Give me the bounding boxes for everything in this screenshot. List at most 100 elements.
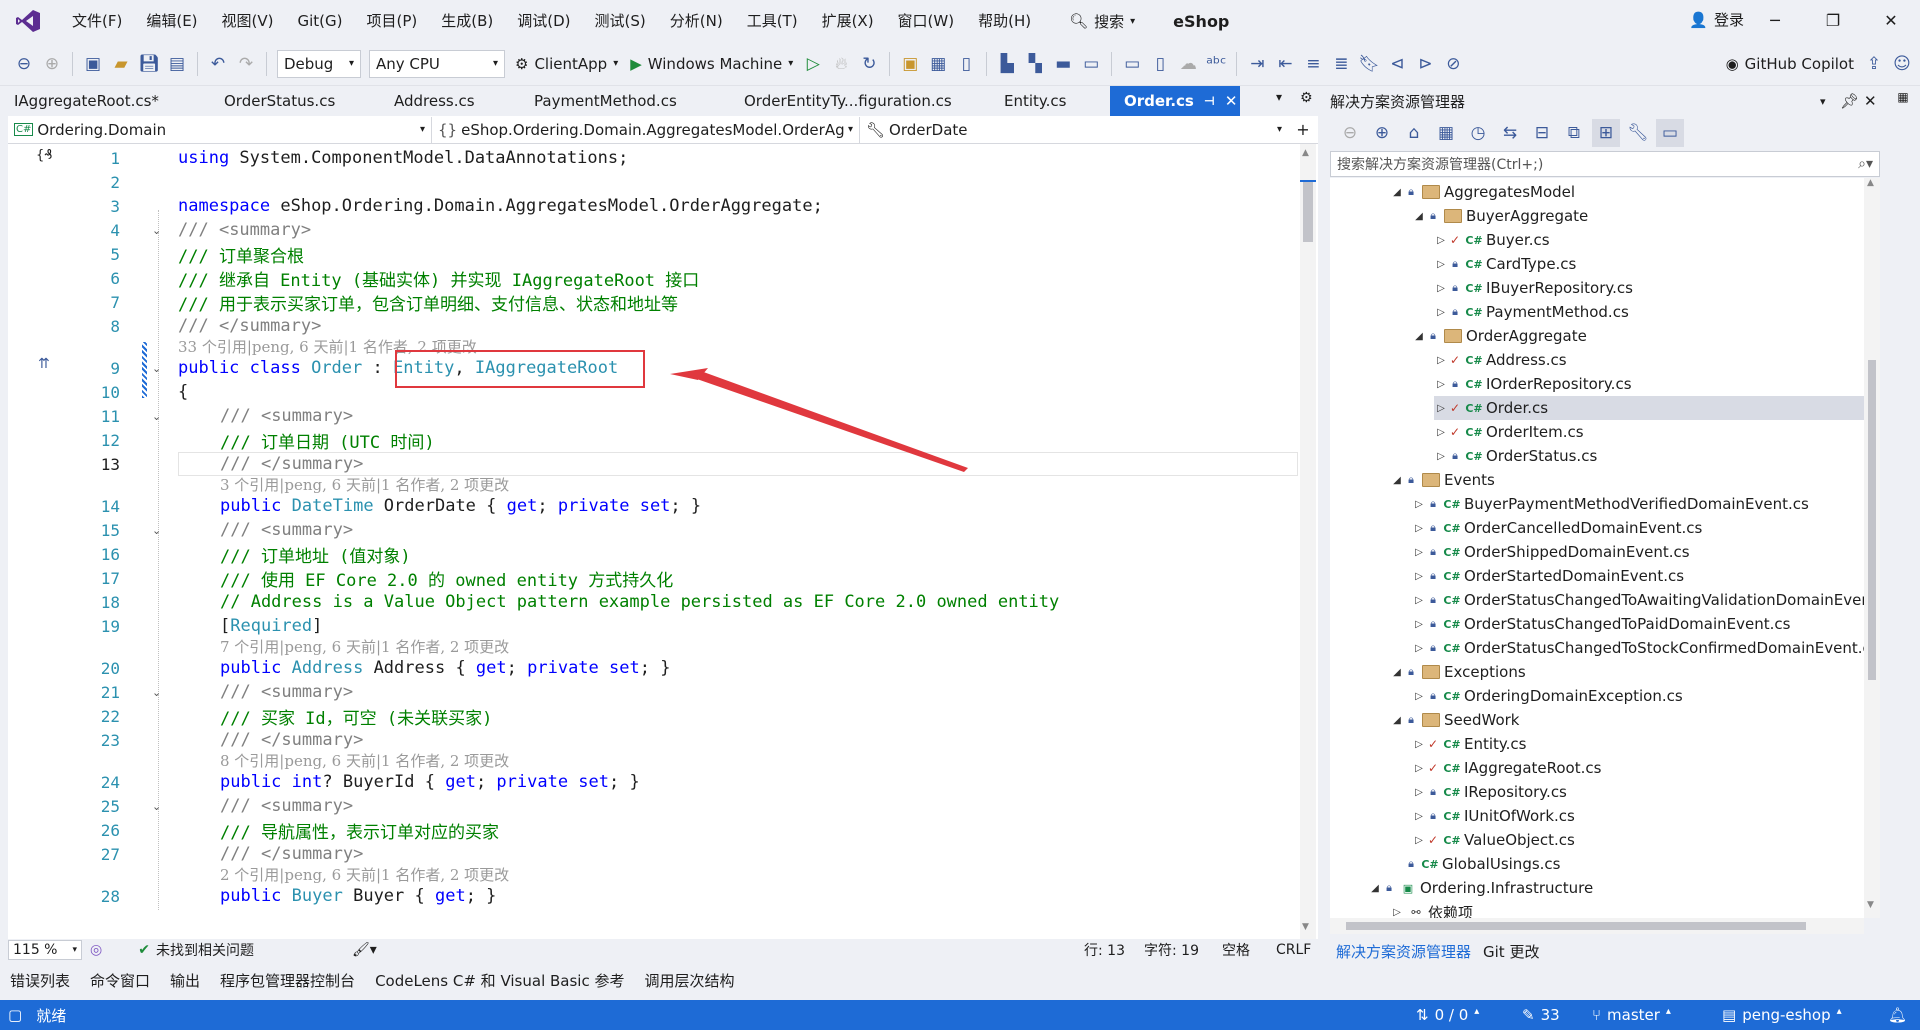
collapsed-icon[interactable]: ▷ xyxy=(1412,571,1426,582)
menu-item[interactable]: 视图(V) xyxy=(210,0,286,42)
tree-horizontal-scrollbar[interactable] xyxy=(1330,918,1864,934)
home-icon[interactable]: ⌂ xyxy=(1400,119,1428,147)
pin-icon[interactable]: 📌︎ xyxy=(1840,92,1859,110)
collapse-icon[interactable]: ⌄ xyxy=(152,362,166,375)
expanded-icon[interactable]: ◢ xyxy=(1412,331,1426,342)
collapse-icon[interactable]: ⌄ xyxy=(152,224,166,237)
tree-item[interactable]: ▷ ✓ C# Address.cs xyxy=(1434,348,1880,372)
tree-item[interactable]: ▷ 🔒︎ C# IRepository.cs xyxy=(1412,780,1880,804)
type-select[interactable]: {} eShop.Ordering.Domain.AggregatesModel.… xyxy=(432,116,860,143)
collapsed-icon[interactable]: ▷ xyxy=(1434,235,1448,246)
repository-status[interactable]: ▤ peng-eshop ▴ xyxy=(1722,1006,1842,1024)
code-editor[interactable]: {₰ ⇈ 1 using System.ComponentModel.DataA… xyxy=(8,144,1318,939)
tree-item[interactable]: ▷ 🔒︎ C# BuyerPaymentMethodVerifiedDomainEve… xyxy=(1412,492,1880,516)
switch-views-icon[interactable]: ▦ xyxy=(1432,119,1460,147)
maximize-button[interactable]: ❐ xyxy=(1804,0,1862,40)
indent-mode[interactable]: 空格 xyxy=(1222,940,1250,960)
cloud-icon[interactable]: ☁ xyxy=(1174,50,1202,78)
collapsed-icon[interactable]: ▷ xyxy=(1412,643,1426,654)
comment-icon[interactable]: ≡ xyxy=(1299,50,1327,78)
document-tab[interactable]: Entity.cs xyxy=(990,86,1110,116)
save-all-icon[interactable]: ▤ xyxy=(163,50,191,78)
collapse-icon[interactable]: ⌄ xyxy=(152,524,166,537)
git-sync-status[interactable]: ⇅ 0 / 0 ▴ xyxy=(1416,1006,1479,1024)
tool-window-tab[interactable]: CodeLens C# 和 Visual Basic 参考 xyxy=(365,970,634,991)
scrollbar-thumb[interactable] xyxy=(1303,180,1313,242)
device-icon[interactable]: ▯ xyxy=(1146,50,1174,78)
expanded-icon[interactable]: ◢ xyxy=(1390,667,1404,678)
bookmark-icon[interactable]: 🔖︎ xyxy=(1355,50,1383,78)
pending-changes-icon[interactable]: ◷ xyxy=(1464,119,1492,147)
menu-item[interactable]: 文件(F) xyxy=(60,0,134,42)
collapsed-icon[interactable]: ▷ xyxy=(1412,835,1426,846)
tree-item[interactable]: 🔒︎ C# GlobalUsings.cs xyxy=(1390,852,1880,876)
github-copilot-button[interactable]: ◉ GitHub Copilot xyxy=(1726,55,1854,73)
collapsed-icon[interactable]: ▷ xyxy=(1434,283,1448,294)
tool-window-tab[interactable]: 调用层次结构 xyxy=(634,970,744,991)
split-add-icon[interactable]: + xyxy=(1288,120,1318,139)
document-tab[interactable]: OrderEntityTy...figuration.cs xyxy=(730,86,990,116)
properties-icon[interactable]: 🔧︎ xyxy=(1624,119,1652,147)
document-tab[interactable]: PaymentMethod.cs xyxy=(520,86,730,116)
line-ending[interactable]: CRLF xyxy=(1276,942,1311,958)
tool-window-tab[interactable]: 错误列表 xyxy=(0,970,80,991)
gear-icon[interactable]: ⚙ xyxy=(1300,90,1313,106)
project-select[interactable]: C# Ordering.Domain ▾ xyxy=(8,116,432,143)
start-debug-button[interactable]: ▶ Windows Machine ▾ xyxy=(630,55,793,73)
tree-item[interactable]: ▷ ✓ C# OrderItem.cs xyxy=(1434,420,1880,444)
collapsed-icon[interactable]: ▷ xyxy=(1412,619,1426,630)
visual-studio-logo-icon[interactable] xyxy=(14,9,42,33)
collapsed-icon[interactable]: ▷ xyxy=(1390,907,1404,918)
collapsed-icon[interactable]: ▷ xyxy=(1412,787,1426,798)
tool-window-tab[interactable]: 命令窗口 xyxy=(80,970,160,991)
menu-item[interactable]: 测试(S) xyxy=(583,0,658,42)
undo-icon[interactable]: ↶ xyxy=(204,50,232,78)
tree-item[interactable]: ▷ ✓ C# Order.cs xyxy=(1434,396,1880,420)
menu-item[interactable]: 扩展(X) xyxy=(810,0,886,42)
tree-scrollbar[interactable]: ▲ ▼ xyxy=(1864,178,1880,918)
document-tab[interactable]: OrderStatus.cs xyxy=(210,86,380,116)
tree-item[interactable]: ▷ 🔒︎ C# OrderStatusChangedToStockConfirmedD… xyxy=(1412,636,1880,660)
collapsed-icon[interactable]: ▷ xyxy=(1412,523,1426,534)
tree-item[interactable]: ▷ 🔒︎ C# IUnitOfWork.cs xyxy=(1412,804,1880,828)
prev-bookmark-icon[interactable]: ⊲ xyxy=(1383,50,1411,78)
solution-folder-icon[interactable]: ▣ xyxy=(896,50,924,78)
spellcheck-icon[interactable]: ᵃᵇᶜ xyxy=(1202,50,1230,78)
solution-search-input[interactable]: 搜索解决方案资源管理器(Ctrl+;) ⌕▾ xyxy=(1330,151,1880,177)
close-icon[interactable]: ✕ xyxy=(1864,92,1877,110)
tree-item[interactable]: ◢ 🔒︎ Events xyxy=(1390,468,1880,492)
collapsed-icon[interactable]: ▷ xyxy=(1412,691,1426,702)
codelens-info[interactable]: 7 个引用|peng, 6 天前|1 名作者, 2 项更改 xyxy=(220,636,509,657)
tree-item[interactable]: ▷ 🔒︎ C# OrderShippedDomainEvent.cs xyxy=(1412,540,1880,564)
back-icon[interactable]: ⊖ xyxy=(10,50,38,78)
menu-item[interactable]: 项目(P) xyxy=(355,0,430,42)
branch-status[interactable]: ⑂ master ▴ xyxy=(1592,1006,1671,1024)
show-all-files-icon[interactable]: ⧉ xyxy=(1560,119,1588,147)
vertical-scrollbar[interactable]: ▲ ▼ xyxy=(1300,144,1316,939)
tree-item[interactable]: ▷ ✓ C# ValueObject.cs xyxy=(1412,828,1880,852)
search-button[interactable]: 🔍︎ 搜索 ▾ xyxy=(1061,6,1143,36)
scrollbar-thumb[interactable] xyxy=(1868,360,1876,680)
side-panel-tab[interactable]: ▦ xyxy=(1896,90,1910,104)
collapsed-icon[interactable]: ▷ xyxy=(1434,355,1448,366)
tree-item[interactable]: ▷ ✓ C# Buyer.cs xyxy=(1434,228,1880,252)
tree-item[interactable]: ◢ 🔒︎ SeedWork xyxy=(1390,708,1880,732)
window-icon[interactable]: ▭ xyxy=(1077,50,1105,78)
notifications-icon[interactable]: 🔔︎ xyxy=(1888,1006,1907,1024)
menu-item[interactable]: 分析(N) xyxy=(658,0,735,42)
column-indicator[interactable]: 字符: 19 xyxy=(1144,940,1199,960)
menu-item[interactable]: 窗口(W) xyxy=(886,0,967,42)
step-icon[interactable]: ▙ xyxy=(993,50,1021,78)
codelens-info[interactable]: 3 个引用|peng, 6 天前|1 名作者, 2 项更改 xyxy=(220,474,509,495)
bookmark-window-icon[interactable]: ▯ xyxy=(952,50,980,78)
tree-item[interactable]: ▷ ⚯ 依赖项 xyxy=(1390,900,1880,919)
export-icon[interactable]: ▚ xyxy=(1021,50,1049,78)
expanded-icon[interactable]: ◢ xyxy=(1412,211,1426,222)
tree-item[interactable]: ◢ 🔒︎ ▣ Ordering.Infrastructure xyxy=(1368,876,1880,900)
document-tab[interactable]: Order.cs ⊣ ✕ xyxy=(1110,86,1240,116)
panel-tab[interactable]: 解决方案资源管理器 xyxy=(1330,941,1477,962)
chevron-down-icon[interactable]: ▾ xyxy=(1820,95,1826,108)
issues-status[interactable]: 未找到相关问题 xyxy=(156,940,254,960)
tree-item[interactable]: ◢ 🔒︎ OrderAggregate xyxy=(1412,324,1880,348)
terminal-icon[interactable]: ▬ xyxy=(1049,50,1077,78)
